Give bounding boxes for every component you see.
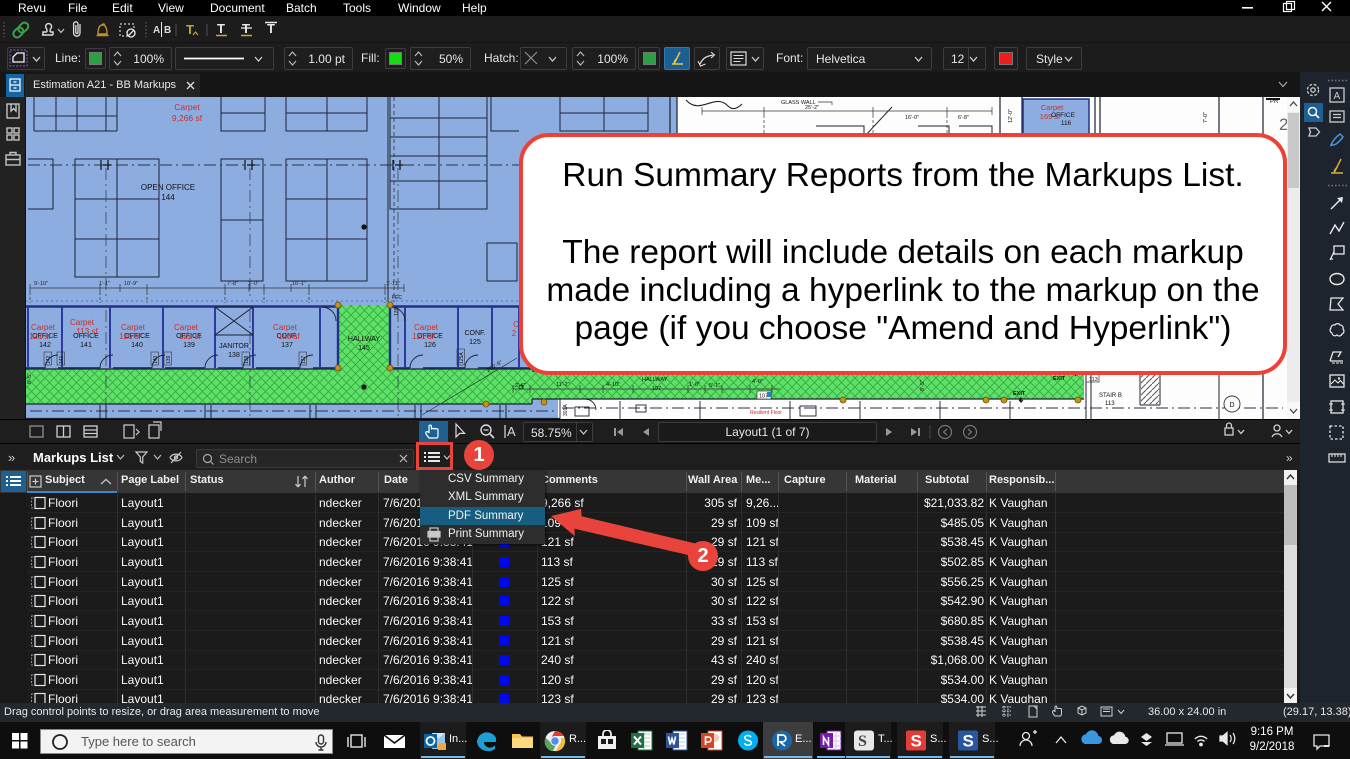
svg-text:11'-2": 11'-2" [556,382,570,388]
svg-text:Carpet: Carpet [273,323,298,332]
svg-text:139: 139 [166,355,172,364]
svg-text:141: 141 [80,342,92,349]
svg-text:JANITOR: JANITOR [219,343,249,350]
svg-text:121 sf: 121 sf [412,332,435,341]
svg-text:1'-0": 1'-0" [248,281,259,287]
svg-text:9,266 sf: 9,266 sf [172,113,203,123]
svg-text:145: 145 [358,345,370,352]
svg-text:9'-10": 9'-10" [34,281,48,287]
svg-text:OPEN OFFICE: OPEN OFFICE [141,183,195,192]
svg-text:126: 126 [424,342,436,349]
svg-text:140: 140 [153,355,159,364]
svg-text:Carpet: Carpet [174,102,200,112]
svg-text:10'-9": 10'-9" [124,281,138,287]
svg-text:113 sf: 113 sf [76,327,98,336]
svg-text:142: 142 [46,355,52,364]
svg-text:T: T [217,21,225,36]
svg-text:6'-8": 6'-8" [958,115,969,121]
svg-text:Carpet: Carpet [174,323,199,332]
svg-text:EXIT: EXIT [1013,391,1026,397]
svg-text:7'-0": 7'-0" [1203,112,1209,123]
svg-text:Carpet: Carpet [70,318,95,327]
svg-text:2: 2 [1279,115,1287,134]
svg-text:25'-2": 25'-2" [805,105,819,111]
svg-text:OFFICE: OFFICE [1051,112,1075,119]
svg-text:B: B [164,25,171,36]
svg-text:107: 107 [652,386,661,392]
svg-text:139: 139 [183,342,195,349]
svg-text:116: 116 [1061,120,1072,127]
svg-text:125 sf: 125 sf [119,332,142,341]
svg-text:1'-1": 1'-1" [99,281,110,287]
svg-text:A: A [1334,91,1341,102]
svg-text:153 sf: 153 sf [278,332,301,341]
svg-text:D: D [1229,402,1234,409]
svg-text:125A: 125A [459,352,465,364]
svg-text:122 sf: 122 sf [179,332,202,341]
svg-text:Carpet: Carpet [31,323,56,332]
svg-text:HALLWAY: HALLWAY [348,336,380,343]
svg-text:128: 128 [394,307,400,316]
svg-text:CONF.: CONF. [465,330,486,337]
svg-text:138: 138 [228,352,240,359]
svg-text:113: 113 [1105,401,1115,407]
svg-text:8'-5": 8'-5" [920,380,926,391]
svg-text:2: 2 [512,329,517,338]
svg-text:HALLWAY: HALLWAY [642,377,668,383]
svg-text:STAIR B: STAIR B [1099,393,1122,399]
svg-text:142: 142 [39,342,51,349]
svg-text:4'-0": 4'-0" [752,379,763,385]
svg-text:FEC: FEC [392,295,402,301]
svg-text:7'-8": 7'-8" [227,281,238,287]
svg-text:16'-1": 16'-1" [292,281,306,287]
svg-text:EXIT: EXIT [1053,376,1066,382]
svg-text:144: 144 [161,193,175,202]
svg-text:4'-10": 4'-10" [606,382,620,388]
svg-text:121 sf: 121 sf [29,332,52,341]
svg-text:16'-0": 16'-0" [905,115,919,121]
svg-text:Carpet: Carpet [121,323,146,332]
svg-text:137: 137 [281,342,293,349]
svg-text:137: 137 [301,355,307,364]
svg-text:107: 107 [759,394,768,400]
svg-text:12'-0": 12'-0" [1008,109,1014,123]
svg-text:8'-5": 8'-5" [27,373,33,384]
svg-text:125: 125 [469,339,481,346]
svg-text:141: 141 [59,355,65,364]
svg-text:2'-6": 2'-6" [515,383,526,389]
svg-text:Resilient Floor: Resilient Floor [750,410,782,416]
svg-text:138: 138 [244,355,250,364]
svg-text:1'-11": 1'-11" [386,281,400,287]
svg-text:A: A [507,424,516,439]
svg-text:5'-1": 5'-1" [709,383,720,389]
svg-text:1'-0": 1'-0" [689,382,700,388]
svg-text:301A: 301A [563,404,569,416]
svg-text:Carpet: Carpet [414,323,439,332]
svg-text:Carpet: Carpet [1041,103,1064,112]
svg-text:A: A [153,25,160,36]
svg-text:140: 140 [131,342,143,349]
